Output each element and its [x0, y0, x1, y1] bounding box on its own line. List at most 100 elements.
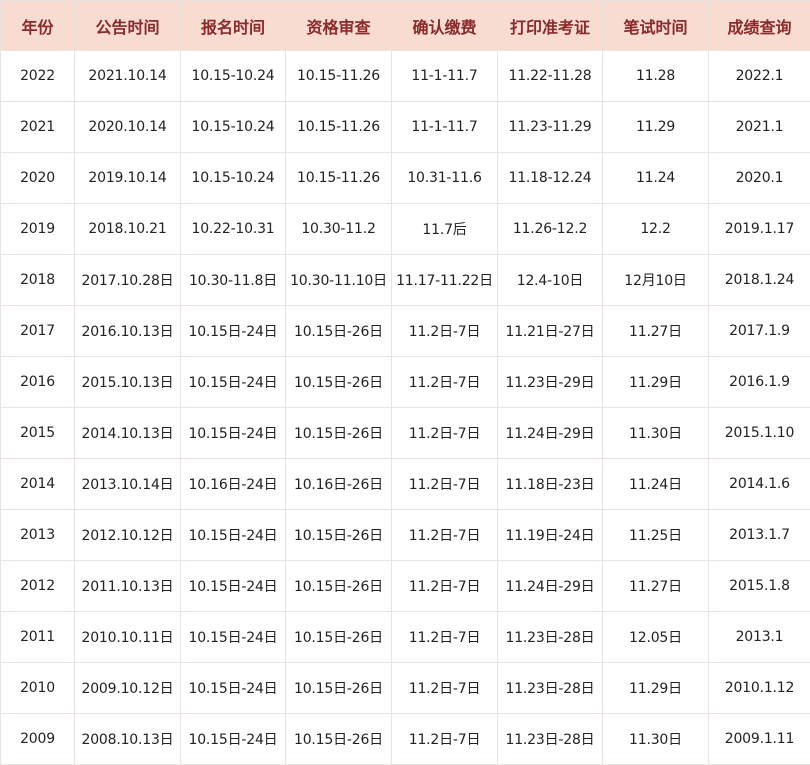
header-year: 年份	[1, 1, 75, 51]
cell-registration-period: 10.16日-24日	[181, 459, 286, 510]
cell-print-admission-ticket: 11.19日-24日	[498, 510, 603, 561]
cell-payment-confirmation: 11.2日-7日	[392, 663, 498, 714]
cell-announcement-date: 2009.10.12日	[75, 663, 181, 714]
cell-year: 2009	[1, 714, 75, 765]
cell-year: 2010	[1, 663, 75, 714]
table-row: 20212020.10.1410.15-10.2410.15-11.2611-1…	[1, 102, 810, 153]
cell-written-exam-date: 11.30日	[603, 714, 709, 765]
cell-registration-period: 10.22-10.31	[181, 204, 286, 255]
table-row: 20142013.10.14日10.16日-24日10.16日-26日11.2日…	[1, 459, 810, 510]
cell-written-exam-date: 12.2	[603, 204, 709, 255]
cell-score-inquiry: 2017.1.9	[709, 306, 810, 357]
table-row: 20122011.10.13日10.15日-24日10.15日-26日11.2日…	[1, 561, 810, 612]
cell-print-admission-ticket: 11.22-11.28	[498, 51, 603, 102]
cell-qualification-review: 10.15日-26日	[286, 357, 392, 408]
cell-payment-confirmation: 11-1-11.7	[392, 51, 498, 102]
cell-qualification-review: 10.15日-26日	[286, 561, 392, 612]
cell-year: 2012	[1, 561, 75, 612]
cell-payment-confirmation: 10.31-11.6	[392, 153, 498, 204]
cell-print-admission-ticket: 11.23日-28日	[498, 612, 603, 663]
cell-print-admission-ticket: 11.23日-28日	[498, 663, 603, 714]
cell-print-admission-ticket: 11.18日-23日	[498, 459, 603, 510]
cell-payment-confirmation: 11.2日-7日	[392, 459, 498, 510]
cell-year: 2014	[1, 459, 75, 510]
cell-announcement-date: 2015.10.13日	[75, 357, 181, 408]
cell-qualification-review: 10.15日-26日	[286, 714, 392, 765]
cell-print-admission-ticket: 12.4-10日	[498, 255, 603, 306]
cell-qualification-review: 10.15日-26日	[286, 408, 392, 459]
cell-payment-confirmation: 11.7后	[392, 204, 498, 255]
cell-qualification-review: 10.15日-26日	[286, 510, 392, 561]
table-row: 20112010.10.11日10.15日-24日10.15日-26日11.2日…	[1, 612, 810, 663]
table-body: 20222021.10.1410.15-10.2410.15-11.2611-1…	[1, 51, 810, 765]
cell-year: 2021	[1, 102, 75, 153]
cell-qualification-review: 10.15日-26日	[286, 663, 392, 714]
header-score-inquiry: 成绩查询	[709, 1, 810, 51]
cell-year: 2018	[1, 255, 75, 306]
cell-print-admission-ticket: 11.24日-29日	[498, 408, 603, 459]
cell-year: 2017	[1, 306, 75, 357]
cell-print-admission-ticket: 11.21日-27日	[498, 306, 603, 357]
cell-written-exam-date: 11.29日	[603, 357, 709, 408]
cell-print-admission-ticket: 11.23日-29日	[498, 357, 603, 408]
header-registration-period: 报名时间	[181, 1, 286, 51]
cell-announcement-date: 2013.10.14日	[75, 459, 181, 510]
cell-score-inquiry: 2018.1.24	[709, 255, 810, 306]
cell-score-inquiry: 2015.1.10	[709, 408, 810, 459]
cell-registration-period: 10.15日-24日	[181, 357, 286, 408]
cell-score-inquiry: 2021.1	[709, 102, 810, 153]
cell-announcement-date: 2020.10.14	[75, 102, 181, 153]
cell-year: 2013	[1, 510, 75, 561]
exam-schedule-table: 年份 公告时间 报名时间 资格审查 确认缴费 打印准考证 笔试时间 成绩查询 2…	[0, 0, 810, 765]
cell-registration-period: 10.15日-24日	[181, 306, 286, 357]
cell-registration-period: 10.15日-24日	[181, 510, 286, 561]
header-row: 年份 公告时间 报名时间 资格审查 确认缴费 打印准考证 笔试时间 成绩查询	[1, 1, 810, 51]
cell-written-exam-date: 11.24日	[603, 459, 709, 510]
cell-print-admission-ticket: 11.18-12.24	[498, 153, 603, 204]
cell-written-exam-date: 12.05日	[603, 612, 709, 663]
table-header: 年份 公告时间 报名时间 资格审查 确认缴费 打印准考证 笔试时间 成绩查询	[1, 1, 810, 51]
cell-year: 2016	[1, 357, 75, 408]
table-row: 20102009.10.12日10.15日-24日10.15日-26日11.2日…	[1, 663, 810, 714]
cell-written-exam-date: 11.27日	[603, 561, 709, 612]
header-announcement-date: 公告时间	[75, 1, 181, 51]
header-written-exam-date: 笔试时间	[603, 1, 709, 51]
cell-written-exam-date: 11.25日	[603, 510, 709, 561]
cell-score-inquiry: 2009.1.11	[709, 714, 810, 765]
cell-score-inquiry: 2014.1.6	[709, 459, 810, 510]
header-print-admission-ticket: 打印准考证	[498, 1, 603, 51]
cell-written-exam-date: 11.29日	[603, 663, 709, 714]
cell-written-exam-date: 11.24	[603, 153, 709, 204]
cell-score-inquiry: 2013.1	[709, 612, 810, 663]
cell-qualification-review: 10.30-11.10日	[286, 255, 392, 306]
cell-announcement-date: 2017.10.28日	[75, 255, 181, 306]
table-row: 20222021.10.1410.15-10.2410.15-11.2611-1…	[1, 51, 810, 102]
cell-registration-period: 10.15-10.24	[181, 153, 286, 204]
cell-written-exam-date: 11.28	[603, 51, 709, 102]
cell-announcement-date: 2014.10.13日	[75, 408, 181, 459]
cell-year: 2019	[1, 204, 75, 255]
cell-qualification-review: 10.30-11.2	[286, 204, 392, 255]
cell-announcement-date: 2019.10.14	[75, 153, 181, 204]
cell-qualification-review: 10.15-11.26	[286, 51, 392, 102]
cell-written-exam-date: 11.30日	[603, 408, 709, 459]
cell-registration-period: 10.15日-24日	[181, 408, 286, 459]
cell-print-admission-ticket: 11.26-12.2	[498, 204, 603, 255]
cell-year: 2022	[1, 51, 75, 102]
cell-qualification-review: 10.15-11.26	[286, 153, 392, 204]
table-row: 20182017.10.28日10.30-11.8日10.30-11.10日11…	[1, 255, 810, 306]
cell-qualification-review: 10.15日-26日	[286, 612, 392, 663]
cell-written-exam-date: 11.29	[603, 102, 709, 153]
cell-written-exam-date: 11.27日	[603, 306, 709, 357]
cell-registration-period: 10.15日-24日	[181, 612, 286, 663]
cell-year: 2020	[1, 153, 75, 204]
cell-registration-period: 10.15日-24日	[181, 561, 286, 612]
cell-qualification-review: 10.15日-26日	[286, 306, 392, 357]
table-row: 20162015.10.13日10.15日-24日10.15日-26日11.2日…	[1, 357, 810, 408]
cell-print-admission-ticket: 11.24日-29日	[498, 561, 603, 612]
cell-payment-confirmation: 11.2日-7日	[392, 306, 498, 357]
cell-registration-period: 10.15-10.24	[181, 102, 286, 153]
cell-announcement-date: 2008.10.13日	[75, 714, 181, 765]
cell-payment-confirmation: 11.2日-7日	[392, 408, 498, 459]
header-payment-confirmation: 确认缴费	[392, 1, 498, 51]
